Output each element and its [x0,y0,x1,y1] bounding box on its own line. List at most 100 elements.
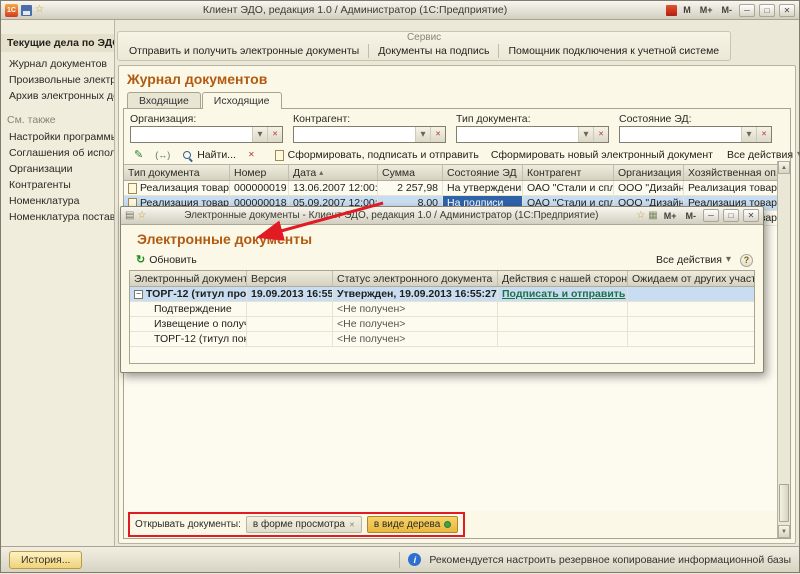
clear-icon[interactable] [430,127,445,142]
scrollbar-track[interactable] [778,174,790,525]
maximize-button[interactable] [759,4,775,17]
favorites-star-icon[interactable] [636,211,645,221]
column-organization[interactable]: Организация [614,165,684,180]
chevron-down-icon[interactable] [741,127,756,142]
send-receive-docs-button[interactable]: Отправить и получить электронные докумен… [120,43,368,59]
clear-find-button[interactable] [243,150,260,160]
dialog-title: Электронные документы - Клиент ЭДО, реда… [149,210,633,221]
column-waiting-others[interactable]: Ожидаем от других участников [628,271,754,286]
organization-combobox[interactable] [130,126,283,143]
open-mode-tree-button[interactable]: в виде дерева [367,516,458,533]
clear-icon[interactable] [267,127,282,142]
column-sum[interactable]: Сумма [378,165,443,180]
scrollbar-thumb[interactable] [779,484,789,522]
tab-incoming[interactable]: Входящие [127,92,201,109]
memory-m-minus-button[interactable]: M- [719,5,736,15]
cell-waiting [628,332,754,346]
cell-doc: Извещение о получ... [130,317,247,331]
table-row[interactable]: Реализация товаров ... 000000019 13.06.2… [124,181,777,196]
contractor-combobox[interactable] [293,126,446,143]
sidebar-item-contractors[interactable]: Контрагенты [1,177,114,193]
clear-search-icon [248,151,255,159]
save-icon[interactable] [21,5,32,16]
sidebar-item-nomenclature[interactable]: Номенклатура [1,193,114,209]
column-our-actions[interactable]: Действия с нашей стороны [498,271,628,286]
all-actions-button[interactable]: Все действия [722,148,800,162]
docs-to-sign-button[interactable]: Документы на подпись [369,43,498,59]
memory-m-plus-button[interactable]: M+ [697,5,716,15]
ed-state-combobox[interactable] [619,126,772,143]
service-buttons: Отправить и получить электронные докумен… [120,43,728,59]
column-electronic-doc[interactable]: Электронный документ [130,271,247,286]
sidebar-item-archive[interactable]: Архив электронных док... [1,88,114,104]
connection-assistant-button[interactable]: Помощник подключения к учетной системе [499,43,728,59]
sidebar-item-journal[interactable]: Журнал документов [1,56,114,72]
column-date[interactable]: Дата [289,165,378,180]
dialog-heading: Электронные документы [129,227,755,253]
scroll-up-button[interactable] [778,161,790,174]
column-version[interactable]: Версия [247,271,333,286]
exchange-button[interactable] [150,150,175,161]
app-window: 1С Клиент ЭДО, редакция 1.0 / Администра… [0,0,800,573]
dialog-minimize-button[interactable] [703,209,719,222]
sidebar-item-settings[interactable]: Настройки программы [1,129,114,145]
dialog-row[interactable]: Извещение о получ... <Не получен> [130,317,754,332]
cell-status: Утвержден, 19.09.2013 16:55:27 [333,287,498,301]
favorites-star-icon[interactable] [137,211,146,221]
chevron-down-icon[interactable] [415,127,430,142]
doc-type-combobox[interactable] [456,126,609,143]
dialog-row-selected[interactable]: ТОРГ-12 (титул про... 19.09.2013 16:55:2… [130,287,754,302]
chevron-down-icon[interactable] [252,127,267,142]
cell-status: <Не получен> [333,317,498,331]
close-button[interactable] [779,4,795,17]
tab-outgoing[interactable]: Исходящие [202,92,282,109]
refresh-button[interactable]: Обновить [131,253,202,267]
dialog-row[interactable]: Подтверждение <Не получен> [130,302,754,317]
document-icon [275,150,284,161]
generate-new-doc-button[interactable]: Сформировать новый электронный документ [486,148,718,162]
dialog-all-actions-button[interactable]: Все действия [651,253,736,267]
refresh-icon [136,255,145,266]
column-ed-state[interactable]: Состояние ЭД [443,165,523,180]
cell-doc: ТОРГ-12 (титул про... [146,288,247,300]
chevron-down-icon [726,255,731,265]
sidebar-header-current-edo[interactable]: Текущие дела по ЭДО [1,34,114,52]
scroll-down-button[interactable] [778,525,790,538]
dialog-close-button[interactable] [743,209,759,222]
table-header: Тип документа Номер Дата Сумма Состояние… [124,165,777,181]
sidebar-item-supplier-nomenclature[interactable]: Номенклатура поставщ... [1,209,114,225]
edit-button[interactable] [129,149,148,162]
minimize-button[interactable] [739,4,755,17]
sign-and-send-link[interactable]: Подписать и отправить [502,288,625,300]
vertical-scrollbar[interactable] [777,161,790,538]
column-doc-type[interactable]: Тип документа [124,165,230,180]
sidebar-item-organizations[interactable]: Организации [1,161,114,177]
column-status[interactable]: Статус электронного документа [333,271,498,286]
dialog-row[interactable]: ТОРГ-12 (титул поку... <Не получен> [130,332,754,347]
cell-action [498,332,628,346]
clear-icon[interactable] [756,127,771,142]
form-icon [125,211,134,221]
help-icon[interactable]: ? [740,254,753,267]
open-mode-view-form-button[interactable]: в форме просмотра [246,516,362,533]
find-button[interactable]: Найти... [177,148,241,162]
history-button[interactable]: История... [9,551,82,569]
dialog-maximize-button[interactable] [723,209,739,222]
favorites-star-icon[interactable] [35,5,44,15]
sidebar-item-agreements[interactable]: Соглашения об использ... [1,145,114,161]
column-contractor[interactable]: Контрагент [523,165,614,180]
memory-m-button[interactable]: M [680,5,694,15]
column-operation[interactable]: Хозяйственная оп... [684,165,777,180]
grid-view-icon[interactable] [648,211,657,221]
generate-sign-send-button[interactable]: Сформировать, подписать и отправить [270,148,484,162]
memory-m-minus-button[interactable]: M- [683,211,700,221]
sidebar-item-arbitrary-docs[interactable]: Произвольные электро... [1,72,114,88]
info-icon: i [408,553,421,566]
clear-icon[interactable] [593,127,608,142]
memory-m-plus-button[interactable]: M+ [661,211,680,221]
collapse-icon[interactable] [134,290,143,299]
status-bar: История... i Рекомендуется настроить рез… [1,546,799,572]
column-number[interactable]: Номер [230,165,289,180]
chevron-down-icon[interactable] [578,127,593,142]
filter-label-doc-type: Тип документа: [456,113,609,125]
